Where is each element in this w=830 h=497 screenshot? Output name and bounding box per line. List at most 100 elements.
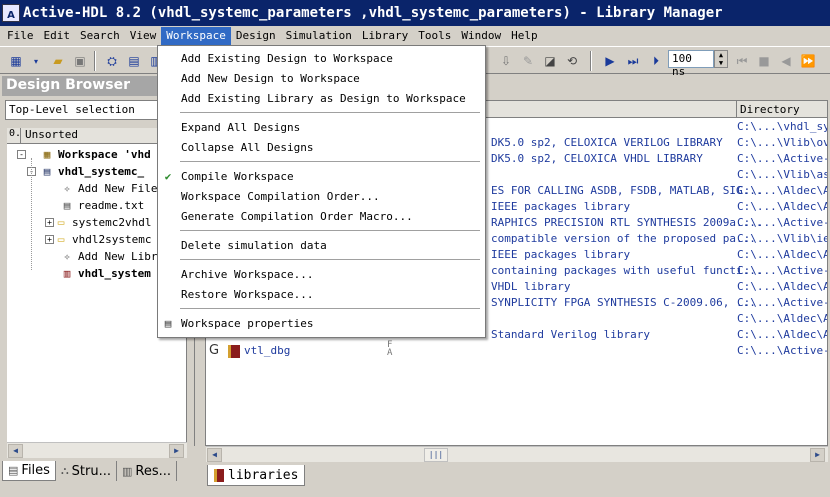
structure-icon[interactable]: ▤ <box>124 51 144 71</box>
chevron-down-icon[interactable]: ▾ <box>30 51 42 71</box>
menu-search[interactable]: Search <box>75 27 125 45</box>
workspace-menu-label: Delete simulation data <box>181 238 327 252</box>
workspace-menu-item[interactable]: Add Existing Design to Workspace <box>158 48 485 68</box>
tab-label: Res... <box>135 463 172 479</box>
tree-item[interactable]: ▭ systemc2vhdl <box>53 214 152 231</box>
menu-separator <box>180 112 480 113</box>
workspace-menu-item[interactable]: Generate Compilation Order Macro... <box>158 206 485 226</box>
tree-item-label: vhdl2systemc <box>72 233 152 246</box>
tab-libraries[interactable]: libraries <box>207 465 306 486</box>
tree-item[interactable]: ▦ Workspace 'vhd <box>39 146 151 163</box>
right-horizontal-scrollbar[interactable]: ◀ ||| ▶ <box>206 446 828 462</box>
library-description: ES FOR CALLING ASDB, FSDB, MATLAB, SIG..… <box>491 184 763 197</box>
stack-icon[interactable]: ◪ <box>540 51 560 71</box>
scroll-right-icon[interactable]: ▶ <box>810 448 825 462</box>
step-over-icon[interactable]: ⏩ <box>798 51 818 71</box>
text-file-icon: ▤ <box>63 199 71 212</box>
tree-item[interactable]: ▤ readme.txt <box>59 197 145 214</box>
workspace-menu-item[interactable]: Workspace Compilation Order... <box>158 186 485 206</box>
library-directory: C:\...\Vlib\ass <box>737 168 828 181</box>
menu-label: View <box>129 29 157 42</box>
design-icon: ▤ <box>43 165 51 178</box>
open-folder-icon[interactable]: ▰ <box>48 51 68 71</box>
menu-bar: File Edit Search View Workspace Design Simulat… <box>0 26 830 46</box>
tree-line <box>31 158 32 270</box>
menu-help[interactable]: Help <box>506 27 543 45</box>
tree-item[interactable]: ✧ Add New Libr <box>59 248 158 265</box>
tree-item-label: Add New File <box>78 182 158 195</box>
menu-library[interactable]: Library <box>357 27 413 45</box>
tree-item[interactable]: ▥ vhdl_system <box>59 265 151 282</box>
workspace-menu-item[interactable]: Archive Workspace... <box>158 264 485 284</box>
scroll-thumb[interactable]: ||| <box>424 448 448 462</box>
workspace-menu-label: Workspace Compilation Order... <box>181 189 380 203</box>
run-until-icon[interactable]: ⏭ <box>623 51 643 71</box>
workspace-menu-item[interactable]: ▤ Workspace properties <box>158 313 485 333</box>
menu-window[interactable]: Window <box>456 27 506 45</box>
tree-item-label: Workspace 'vhd <box>58 148 151 161</box>
ghost-compile-icon[interactable]: ✎ <box>518 51 538 71</box>
library-description: Standard Verilog library <box>491 328 650 341</box>
folder-icon: ▭ <box>57 233 65 246</box>
workspace-menu-item[interactable]: Expand All Designs <box>158 117 485 137</box>
design-browser-tabs: ▤ Files ⛬ Stru... ▥ Res... <box>2 461 188 483</box>
tree-item[interactable]: ▤ vhdl_systemc_ <box>39 163 144 180</box>
run-time-input[interactable]: 100 ns <box>668 50 714 78</box>
tab-structure[interactable]: ⛬ Stru... <box>56 461 117 481</box>
workspace-menu-item[interactable]: Collapse All Designs <box>158 137 485 157</box>
scroll-right-icon[interactable]: ▶ <box>169 444 184 458</box>
scroll-left-icon[interactable]: ◀ <box>207 448 222 462</box>
compile-toolbar-icon[interactable]: ⇩ <box>496 51 516 71</box>
workspace-menu-item[interactable]: ✔ Compile Workspace <box>158 166 485 186</box>
menu-label: Window <box>461 29 502 42</box>
tree-item-label: Add New Libr <box>78 250 158 263</box>
menu-edit[interactable]: Edit <box>39 27 76 45</box>
scroll-left-icon[interactable]: ◀ <box>8 444 23 458</box>
library-description: VHDL library <box>491 280 571 293</box>
menu-design[interactable]: Design <box>231 27 281 45</box>
tree-item[interactable]: ▭ vhdl2systemc <box>53 231 152 248</box>
library-description: IEEE packages library <box>491 248 631 261</box>
collapse-icon[interactable]: - <box>17 150 26 159</box>
hierarchy-icon[interactable]: ⛭ <box>102 51 122 71</box>
menu-tools[interactable]: Tools <box>413 27 456 45</box>
library-directory: C:\...\Vlib\iee <box>737 232 828 245</box>
top-level-selection[interactable]: Top-Level selection <box>5 100 160 120</box>
workspace-icon: ▦ <box>43 148 51 161</box>
run-time-spinner[interactable]: ▲ ▼ <box>714 50 728 68</box>
add-file-icon: ✧ <box>63 182 71 195</box>
step-back-icon[interactable]: ⏮ <box>732 51 752 71</box>
menu-view[interactable]: View <box>125 27 162 45</box>
restart-icon[interactable]: ⟲ <box>562 51 582 71</box>
tab-libraries-label: libraries <box>228 467 299 483</box>
menu-simulation[interactable]: Simulation <box>281 27 357 45</box>
tree-col-number[interactable]: 0. <box>7 128 21 143</box>
menu-label: Workspace <box>166 29 226 42</box>
stop-icon[interactable]: ■ <box>754 51 774 71</box>
library-directory: C:\...\Active-H <box>737 344 828 357</box>
workspace-menu-item[interactable]: Delete simulation data <box>158 235 485 255</box>
library-directory: C:\...\Active-H <box>737 216 828 229</box>
library-row[interactable]: Gvtl_dbg F A C:\...\Active-H <box>206 341 828 360</box>
workspace-menu-label: Expand All Designs <box>181 120 301 134</box>
tree-item[interactable]: ✧ Add New File <box>59 180 158 197</box>
menu-workspace[interactable]: Workspace <box>161 27 231 45</box>
tab-resources[interactable]: ▥ Res... <box>117 461 178 481</box>
library-icon: ▥ <box>63 267 71 280</box>
run-for-icon[interactable]: ⏵ <box>646 51 666 71</box>
run-icon[interactable]: ▶ <box>600 51 620 71</box>
new-workspace-icon[interactable]: ▦ <box>6 51 26 71</box>
workspace-menu-item[interactable]: Restore Workspace... <box>158 284 485 304</box>
workspace-menu-item[interactable]: Add New Design to Workspace <box>158 68 485 88</box>
title-bar: A Active-HDL 8.2 (vhdl_systemc_parameter… <box>0 0 830 26</box>
folder-icon: ▭ <box>57 216 65 229</box>
left-horizontal-scrollbar[interactable]: ◀ ▶ <box>7 442 187 458</box>
tab-files[interactable]: ▤ Files <box>2 461 56 481</box>
directory-column-header[interactable]: Directory <box>736 101 803 118</box>
step-icon[interactable]: ◀ <box>776 51 796 71</box>
app-icon[interactable]: A <box>2 4 20 22</box>
save-icon[interactable]: ▣ <box>70 51 90 71</box>
menu-file[interactable]: File <box>2 27 39 45</box>
properties-icon: ▤ <box>164 316 172 330</box>
workspace-menu-item[interactable]: Add Existing Library as Design to Worksp… <box>158 88 485 108</box>
